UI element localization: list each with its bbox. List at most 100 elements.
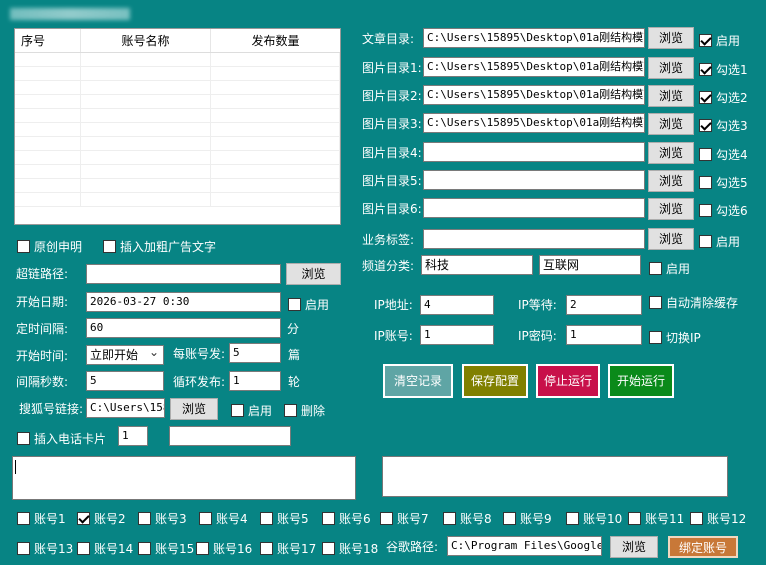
loop-input[interactable]: 1 — [229, 371, 281, 391]
account-checkbox-5[interactable]: 账号5 — [260, 510, 309, 527]
col-index[interactable]: 序号 — [15, 29, 81, 52]
business-tag-input[interactable] — [423, 229, 645, 249]
image-dir-1-browse-button[interactable]: 浏览 — [648, 57, 694, 79]
image-dir-5-checkbox[interactable]: 勾选5 — [699, 174, 748, 191]
col-publish-count[interactable]: 发布数量 — [211, 29, 340, 52]
account-checkbox-6[interactable]: 账号6 — [322, 510, 371, 527]
image-dir-1-input[interactable]: C:\Users\15895\Desktop\01a刚结构模\ — [423, 57, 645, 77]
checkbox-box — [17, 542, 30, 555]
account-checkbox-14[interactable]: 账号14 — [77, 540, 133, 557]
account-checkbox-12[interactable]: 账号12 — [690, 510, 746, 527]
image-dir-5-input[interactable] — [423, 170, 645, 190]
article-dir-input[interactable]: C:\Users\15895\Desktop\01a刚结构模\文 — [423, 28, 645, 48]
ip-password-input[interactable]: 1 — [566, 325, 642, 345]
table-cell — [15, 193, 81, 206]
log-textarea-right[interactable] — [382, 456, 728, 497]
image-dir-6-input[interactable] — [423, 198, 645, 218]
sohu-browse-button[interactable]: 浏览 — [170, 398, 218, 420]
table-cell — [211, 109, 340, 122]
table-row[interactable] — [15, 109, 340, 123]
image-dir-3-checkbox[interactable]: 勾选3 — [699, 117, 748, 134]
table-row[interactable] — [15, 151, 340, 165]
table-row[interactable] — [15, 81, 340, 95]
account-checkbox-10[interactable]: 账号10 — [566, 510, 622, 527]
account-checkbox-13[interactable]: 账号13 — [17, 540, 73, 557]
image-dir-4-browse-button[interactable]: 浏览 — [648, 142, 694, 164]
clear-records-button[interactable]: 清空记录 — [383, 364, 453, 398]
ip-address-input[interactable]: 4 — [420, 295, 494, 315]
start-time-select[interactable]: 立即开始 — [86, 345, 164, 365]
original-checkbox[interactable]: 原创申明 — [17, 238, 82, 255]
image-dir-3-browse-button[interactable]: 浏览 — [648, 113, 694, 135]
log-textarea-left[interactable] — [12, 456, 356, 500]
chrome-browse-button[interactable]: 浏览 — [610, 536, 658, 558]
phone-card-input[interactable]: 1 — [118, 426, 148, 446]
account-checkbox-1[interactable]: 账号1 — [17, 510, 66, 527]
business-tag-browse-button[interactable]: 浏览 — [648, 228, 694, 250]
channel-input-1[interactable]: 科技 — [421, 255, 533, 275]
channel-enable-checkbox[interactable]: 启用 — [649, 260, 690, 277]
channel-input-2[interactable]: 互联网 — [539, 255, 641, 275]
image-dir-4-input[interactable] — [423, 142, 645, 162]
table-row[interactable] — [15, 123, 340, 137]
checkbox-box — [17, 512, 30, 525]
image-dir-6-browse-button[interactable]: 浏览 — [648, 198, 694, 220]
account-checkbox-3[interactable]: 账号3 — [138, 510, 187, 527]
table-row[interactable] — [15, 193, 340, 207]
table-row[interactable] — [15, 165, 340, 179]
account-checkbox-2[interactable]: 账号2 — [77, 510, 126, 527]
chrome-path-input[interactable]: C:\Program Files\Google\C — [447, 536, 602, 556]
start-date-input[interactable]: 2026-03-27 0:30 — [86, 292, 281, 312]
image-dir-5-browse-button[interactable]: 浏览 — [648, 170, 694, 192]
table-row[interactable] — [15, 53, 340, 67]
start-date-enable-checkbox[interactable]: 启用 — [288, 296, 329, 313]
interval-sec-input[interactable]: 5 — [86, 371, 164, 391]
image-dir-6-checkbox[interactable]: 勾选6 — [699, 202, 748, 219]
bind-account-button[interactable]: 绑定账号 — [668, 536, 738, 558]
checkbox-box — [566, 512, 579, 525]
table-row[interactable] — [15, 95, 340, 109]
save-config-button[interactable]: 保存配置 — [462, 364, 528, 398]
switch-ip-checkbox[interactable]: 切换IP — [649, 329, 701, 346]
image-dir-2-input[interactable]: C:\Users\15895\Desktop\01a刚结构模\ — [423, 85, 645, 105]
col-account-name[interactable]: 账号名称 — [81, 29, 211, 52]
account-table[interactable]: 序号 账号名称 发布数量 — [14, 28, 341, 225]
auto-clear-cache-checkbox[interactable]: 自动清除缓存 — [649, 294, 738, 311]
hyperlink-input[interactable] — [86, 264, 281, 284]
phone-card-extra-input[interactable] — [169, 426, 291, 446]
hyperlink-browse-button[interactable]: 浏览 — [286, 263, 341, 285]
table-row[interactable] — [15, 137, 340, 151]
interval-input[interactable]: 60 — [86, 318, 281, 338]
account-checkbox-8[interactable]: 账号8 — [443, 510, 492, 527]
account-checkbox-17[interactable]: 账号17 — [260, 540, 316, 557]
start-run-button[interactable]: 开始运行 — [608, 364, 674, 398]
account-checkbox-9[interactable]: 账号9 — [503, 510, 552, 527]
ip-wait-input[interactable]: 2 — [566, 295, 642, 315]
image-dir-2-checkbox[interactable]: 勾选2 — [699, 89, 748, 106]
account-checkbox-18[interactable]: 账号18 — [322, 540, 378, 557]
hyperlink-label: 超链路径: — [16, 267, 69, 281]
image-dir-2-browse-button[interactable]: 浏览 — [648, 85, 694, 107]
article-dir-browse-button[interactable]: 浏览 — [648, 27, 694, 49]
table-row[interactable] — [15, 67, 340, 81]
business-tag-enable-checkbox[interactable]: 启用 — [699, 233, 740, 250]
account-checkbox-16[interactable]: 账号16 — [196, 540, 252, 557]
account-checkbox-4[interactable]: 账号4 — [199, 510, 248, 527]
phone-card-checkbox[interactable]: 插入电话卡片 — [17, 430, 106, 447]
article-dir-enable-checkbox[interactable]: 启用 — [699, 32, 740, 49]
checkbox-box — [199, 512, 212, 525]
per-account-input[interactable]: 5 — [229, 343, 281, 363]
account-checkbox-15[interactable]: 账号15 — [138, 540, 194, 557]
stop-run-button[interactable]: 停止运行 — [536, 364, 600, 398]
account-checkbox-7[interactable]: 账号7 — [380, 510, 429, 527]
sohu-enable-checkbox[interactable]: 启用 — [231, 402, 272, 419]
table-row[interactable] — [15, 179, 340, 193]
ip-account-input[interactable]: 1 — [420, 325, 494, 345]
account-checkbox-11[interactable]: 账号11 — [628, 510, 684, 527]
sohu-link-input[interactable]: C:\Users\1589 — [86, 398, 165, 418]
image-dir-1-checkbox[interactable]: 勾选1 — [699, 61, 748, 78]
delete-checkbox[interactable]: 删除 — [284, 402, 325, 419]
insert-ad-checkbox[interactable]: 插入加粗广告文字 — [103, 238, 216, 255]
image-dir-3-input[interactable]: C:\Users\15895\Desktop\01a刚结构模\ — [423, 113, 645, 133]
image-dir-4-checkbox[interactable]: 勾选4 — [699, 146, 748, 163]
